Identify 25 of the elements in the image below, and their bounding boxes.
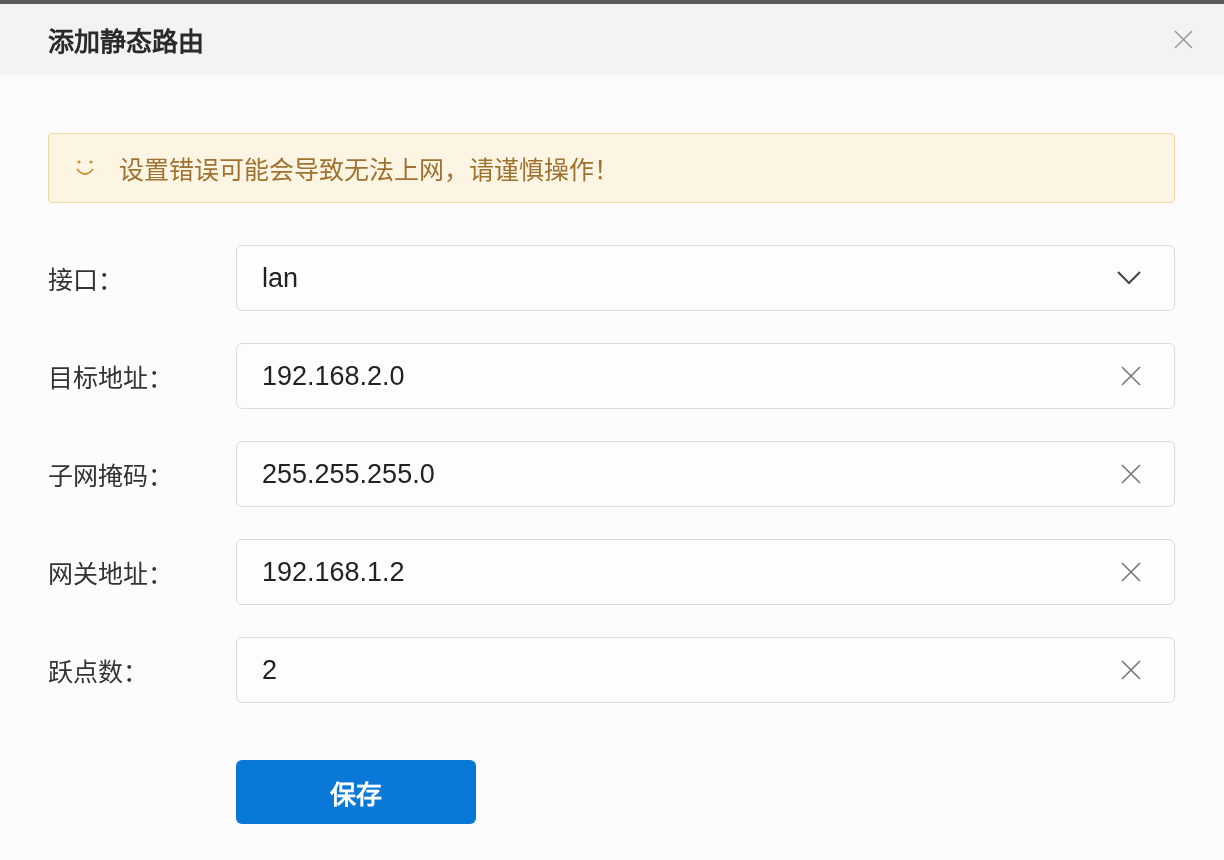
clear-icon [1121,366,1141,386]
warning-text: 设置错误可能会导致无法上网，请谨慎操作！ [119,155,619,186]
field-label: 目标地址： [48,363,174,394]
field-label: 网关地址： [48,559,174,590]
input-field[interactable]: 2 [236,637,1175,703]
close-icon [1174,30,1193,49]
save-button[interactable]: 保存 [236,760,476,824]
field-label: 接口： [48,265,124,296]
clear-button[interactable] [1121,562,1141,582]
field-label: 跃点数： [48,657,149,688]
smile-icon [75,159,95,177]
chevron-down-icon [1117,271,1141,285]
clear-button[interactable] [1121,660,1141,680]
clear-icon [1121,660,1141,680]
field-label: 子网掩码： [48,461,174,492]
dialog-title: 添加静态路由 [48,26,204,58]
select-field[interactable]: lan [236,245,1175,311]
clear-button[interactable] [1121,464,1141,484]
input-field[interactable]: 255.255.255.0 [236,441,1175,507]
close-button[interactable] [1174,30,1193,49]
input-field[interactable]: 192.168.2.0 [236,343,1175,409]
clear-button[interactable] [1121,366,1141,386]
input-field[interactable]: 192.168.1.2 [236,539,1175,605]
clear-icon [1121,562,1141,582]
clear-icon [1121,464,1141,484]
